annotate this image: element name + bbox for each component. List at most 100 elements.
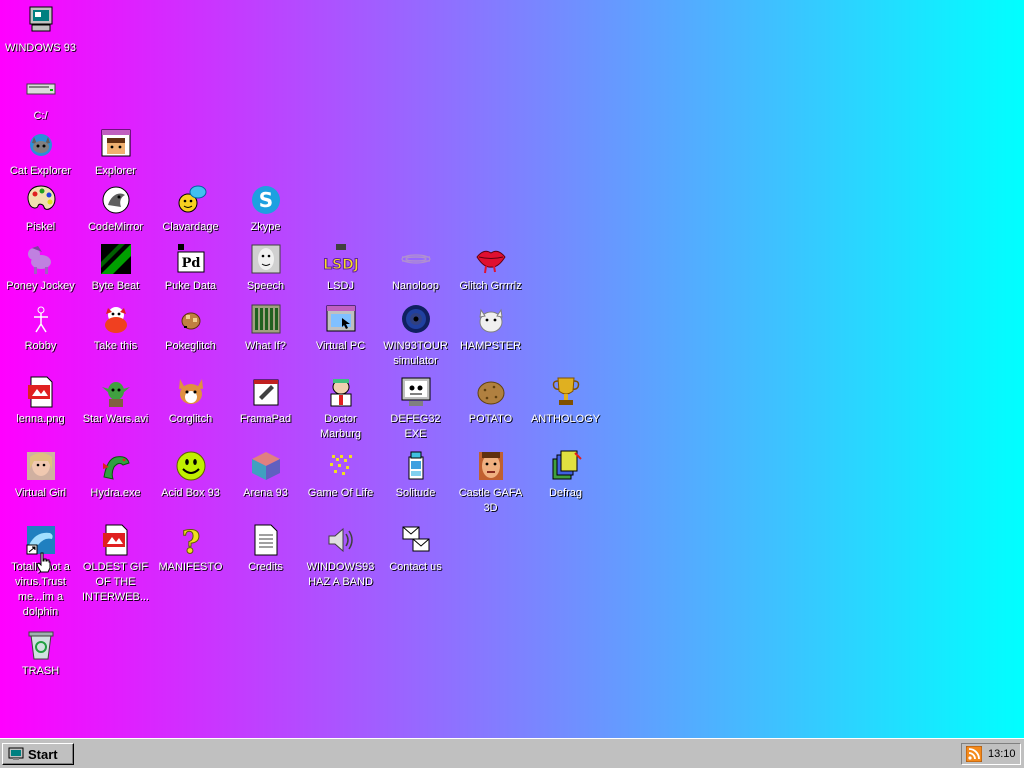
- clock: 13:10: [988, 748, 1016, 760]
- desktop-icon-nanoloop[interactable]: Nanoloop: [378, 242, 453, 294]
- desktop-icon-label: Pokeglitch: [165, 340, 216, 352]
- desktop-icon-take-this[interactable]: Take this: [78, 302, 153, 354]
- desktop-icon-label: C:/: [33, 110, 48, 122]
- desktop-icon-doctor-marburg[interactable]: Doctor Marburg: [303, 375, 378, 442]
- pokeglitch-icon: [174, 302, 208, 336]
- desktop-icon-label: CodeMirror: [87, 221, 143, 233]
- desktop-icon-cat-explorer[interactable]: Cat Explorer: [3, 127, 78, 179]
- castle-face-icon: [474, 449, 508, 483]
- desktop-icon-manifesto[interactable]: ? MANIFESTO: [153, 523, 228, 575]
- desktop-icon-label: Cat Explorer: [9, 165, 72, 177]
- desktop-icon-credits[interactable]: Credits: [228, 523, 303, 575]
- desktop-icon-defeg32-exe[interactable]: DEFEG32 EXE: [378, 375, 453, 442]
- svg-text:Pd: Pd: [181, 256, 200, 271]
- start-label: Start: [28, 746, 58, 762]
- lips-icon: [474, 242, 508, 276]
- desktop-icon-speech[interactable]: Speech: [228, 242, 303, 294]
- desktop-icon-label: Nanoloop: [391, 280, 440, 292]
- speech-icon: [249, 242, 283, 276]
- hampster-icon: [474, 302, 508, 336]
- start-button[interactable]: Start: [2, 743, 74, 765]
- bytebeat-icon: [99, 242, 133, 276]
- taskbar: Start 13:10: [0, 738, 1024, 768]
- desktop-icon-label: Virtual PC: [315, 340, 366, 352]
- rss-icon[interactable]: [966, 746, 982, 762]
- desktop-icon-c[interactable]: C:/: [3, 72, 78, 124]
- smiley-icon: [174, 449, 208, 483]
- desktop-icon-hampster[interactable]: HAMPSTER: [453, 302, 528, 354]
- desktop-icon-label: WINDOWS 93: [5, 42, 76, 54]
- desktop-icon-label: LSDJ: [327, 280, 354, 292]
- desktop-icon-zkype[interactable]: S Zkype: [228, 183, 303, 235]
- desktop-icon-win93tour-simulator[interactable]: WIN93TOUR simulator: [378, 302, 453, 369]
- desktop-icon-label: Puke Data: [164, 280, 217, 292]
- desktop-icon-label: FramaPad: [239, 413, 292, 425]
- desktop-icon-lsdj[interactable]: LSDJ LSDJ: [303, 242, 378, 294]
- dolphin-icon: [24, 523, 58, 557]
- desktop-icon-potato[interactable]: POTATO: [453, 375, 528, 427]
- desktop-icon-virtual-girl[interactable]: Virtual Girl: [3, 449, 78, 501]
- desktop-icon-windows-93[interactable]: WINDOWS 93: [3, 4, 78, 56]
- desktop-icon-label: Take this: [93, 340, 138, 352]
- desktop-icon-castle-gafa-3d[interactable]: Castle GAFA 3D: [453, 449, 528, 516]
- desktop-icon-acid-box-93[interactable]: Acid Box 93: [153, 449, 228, 501]
- desktop-icon-poney-jockey[interactable]: Poney Jockey: [3, 242, 78, 294]
- desktop-icon-label: Virtual Girl: [14, 487, 67, 499]
- desktop-icon-explorer[interactable]: Explorer: [78, 127, 153, 179]
- desktop-icon-anthology[interactable]: ANTHOLOGY: [528, 375, 603, 427]
- trash-icon: [24, 627, 58, 661]
- desktop-icon-codemirror[interactable]: CodeMirror: [78, 183, 153, 235]
- desktop-icon-solitude[interactable]: Solitude: [378, 449, 453, 501]
- defeg-icon: [399, 375, 433, 409]
- lsdj-icon: LSDJ: [324, 242, 358, 276]
- gif-file-icon: [99, 523, 133, 557]
- vortex-icon: [399, 302, 433, 336]
- desktop-icon-piskel[interactable]: Piskel: [3, 183, 78, 235]
- desktop-icon-arena-93[interactable]: Arena 93: [228, 449, 303, 501]
- desktop-icon-lenna-png[interactable]: lenna.png: [3, 375, 78, 427]
- desktop-icon-label: Hydra.exe: [90, 487, 141, 499]
- desktop-icon-pokeglitch[interactable]: Pokeglitch: [153, 302, 228, 354]
- desktop-icon-oldest-gif-of-the-interweb[interactable]: OLDEST GIF OF THE INTERWEB...: [78, 523, 153, 605]
- zkype-icon: S: [249, 183, 283, 217]
- desktop-icon-trash[interactable]: TRASH: [3, 627, 78, 679]
- desktop-icon-hydra-exe[interactable]: Hydra.exe: [78, 449, 153, 501]
- speaker-icon: [324, 523, 358, 557]
- codemirror-icon: [99, 183, 133, 217]
- desktop-icon-label: Speech: [246, 280, 285, 292]
- desktop-icon-totally-not-a-virus-trust-me-im-a-dolphin[interactable]: Totally not a virus.Trust me...im a dolp…: [3, 523, 78, 620]
- desktop-icon-virtual-pc[interactable]: Virtual PC: [303, 302, 378, 354]
- desktop-icon-label: Solitude: [395, 487, 436, 499]
- desktop-icon-label: WINDOWS93 HAZ A BAND: [306, 561, 375, 588]
- desktop-icon-label: WIN93TOUR simulator: [383, 340, 448, 367]
- desktop-icon-label: Contact us: [389, 561, 442, 573]
- desktop-icon-puke-data[interactable]: Pd Puke Data: [153, 242, 228, 294]
- desktop-icon-label: Doctor Marburg: [320, 413, 361, 440]
- desktop-icon-label: Credits: [248, 561, 283, 573]
- desktop-icon-defrag[interactable]: Defrag: [528, 449, 603, 501]
- desktop-icon-star-wars-avi[interactable]: Star Wars.avi: [78, 375, 153, 427]
- desktop-icon-framapad[interactable]: FramaPad: [228, 375, 303, 427]
- doctor-icon: [324, 375, 358, 409]
- desktop-icon-windows93-haz-a-band[interactable]: WINDOWS93 HAZ A BAND: [303, 523, 378, 590]
- svg-text:S: S: [258, 188, 272, 212]
- desktop-icon-label: DEFEG32 EXE: [390, 413, 441, 440]
- desktop-icon-label: Glitch Grrrrlz: [459, 280, 522, 292]
- desktop-icon-label: Game Of Life: [307, 487, 374, 499]
- desktop-icon-label: Zkype: [250, 221, 281, 233]
- desktop-icon-label: Byte Beat: [91, 280, 140, 292]
- desktop-icon-clavardage[interactable]: Clavardage: [153, 183, 228, 235]
- desktop-icon-label: Explorer: [95, 165, 136, 177]
- system-tray: 13:10: [961, 743, 1021, 765]
- desktop-icon-corglitch[interactable]: Corglitch: [153, 375, 228, 427]
- desktop-icon-label: HAMPSTER: [459, 340, 522, 352]
- desktop-icon-label: TRASH: [21, 665, 60, 677]
- desktop-icon-game-of-life[interactable]: Game Of Life: [303, 449, 378, 501]
- desktop-icon-contact-us[interactable]: Contact us: [378, 523, 453, 575]
- desktop-icon-robby[interactable]: Robby: [3, 302, 78, 354]
- virtual-girl-icon: [24, 449, 58, 483]
- desktop-icon-what-if[interactable]: What If?: [228, 302, 303, 354]
- yoda-icon: [99, 375, 133, 409]
- desktop-icon-glitch-grrrrlz[interactable]: Glitch Grrrrlz: [453, 242, 528, 294]
- desktop-icon-byte-beat[interactable]: Byte Beat: [78, 242, 153, 294]
